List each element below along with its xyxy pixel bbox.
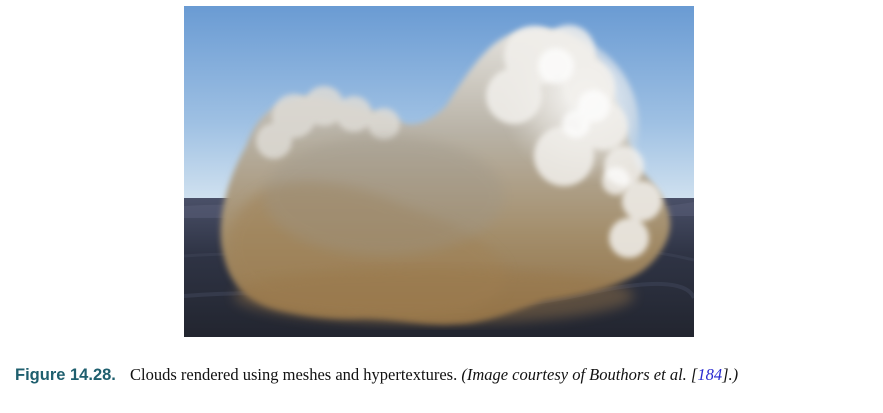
cloud-render-image [184, 6, 694, 337]
citation-link[interactable]: 184 [697, 365, 722, 384]
figure-caption: Figure 14.28. Clouds rendered using mesh… [15, 364, 865, 386]
courtesy-prefix: (Image courtesy of Bouthors et al. [ [461, 365, 698, 384]
image-courtesy: (Image courtesy of Bouthors et al. [184]… [461, 365, 738, 384]
figure-label: Figure 14.28. [15, 366, 116, 384]
courtesy-suffix: ].) [722, 365, 739, 384]
caption-text: Clouds rendered using meshes and hyperte… [130, 365, 458, 384]
